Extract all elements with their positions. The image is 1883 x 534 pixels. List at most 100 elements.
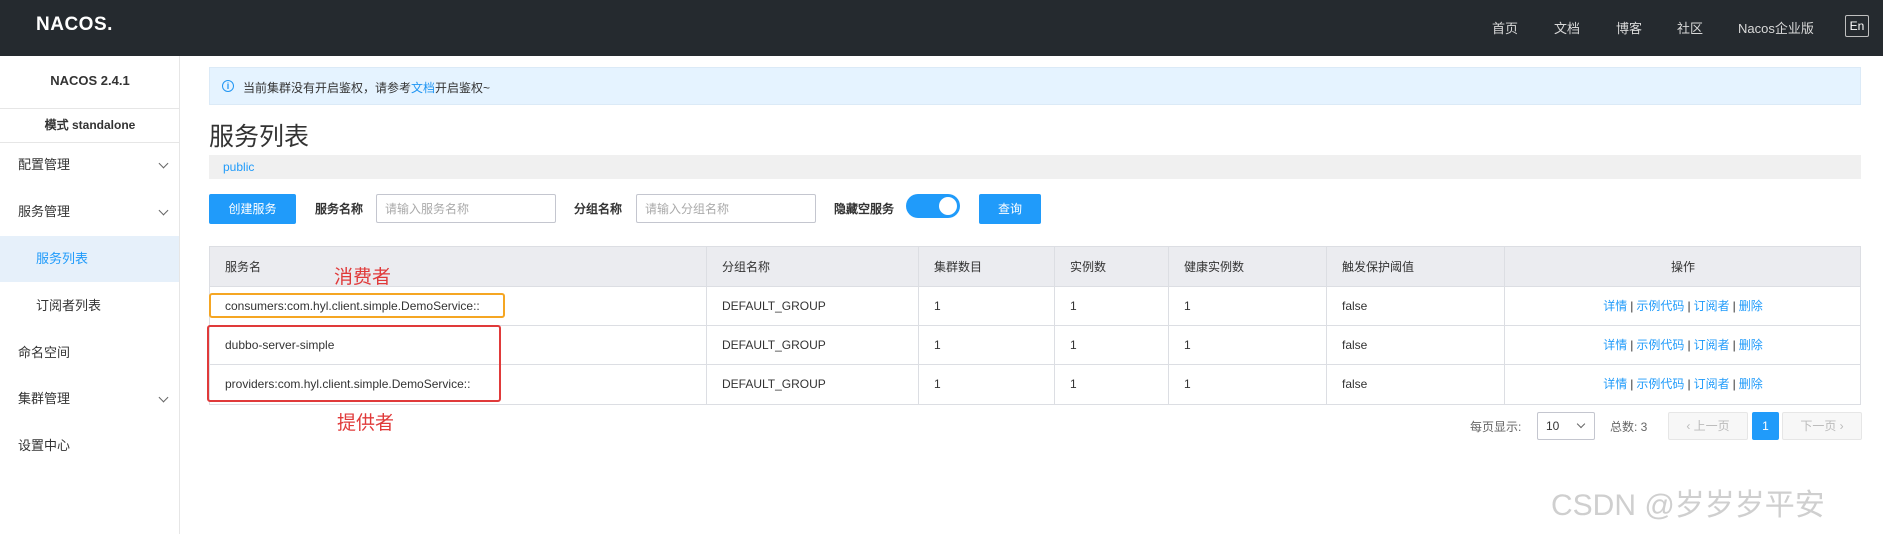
separator: |: [1732, 338, 1736, 352]
delete-link[interactable]: 删除: [1739, 377, 1763, 391]
cell-threshold: false: [1326, 326, 1504, 364]
sample-code-link[interactable]: 示例代码: [1636, 377, 1684, 391]
sidebar-divider: [0, 108, 180, 109]
group-name-input[interactable]: [636, 194, 816, 223]
header-group-name: 分组名称: [706, 247, 918, 286]
info-icon: i: [222, 80, 234, 92]
chevron-down-icon: [158, 158, 169, 169]
subscriber-link[interactable]: 订阅者: [1694, 338, 1730, 352]
provider-annotation: 提供者: [337, 413, 395, 434]
hide-empty-toggle[interactable]: [906, 194, 960, 218]
detail-link[interactable]: 详情: [1603, 338, 1627, 352]
chevron-left-icon: ‹: [1686, 419, 1694, 433]
auth-notice: i 当前集群没有开启鉴权，请参考文档开启鉴权~: [209, 67, 1861, 105]
notice-suffix: 开启鉴权~: [435, 81, 491, 95]
top-navbar: NACOS. 首页 文档 博客 社区 Nacos企业版 En: [0, 0, 1883, 56]
cell-threshold: false: [1326, 365, 1504, 404]
delete-link[interactable]: 删除: [1739, 299, 1763, 313]
sidebar-item-namespace[interactable]: 命名空间: [0, 330, 179, 376]
cell-threshold: false: [1326, 287, 1504, 325]
sidebar-item-label: 服务管理: [18, 204, 71, 219]
chevron-right-icon: ›: [1836, 419, 1844, 433]
sidebar-item-label: 设置中心: [18, 438, 71, 453]
notice-text: 当前集群没有开启鉴权，请参考文档开启鉴权~: [243, 79, 490, 96]
nav-enterprise[interactable]: Nacos企业版: [1738, 18, 1814, 37]
nav-community[interactable]: 社区: [1677, 18, 1703, 37]
next-page-button[interactable]: 下一页 ›: [1782, 412, 1862, 440]
delete-link[interactable]: 删除: [1739, 338, 1763, 352]
cell-instances: 1: [1054, 287, 1168, 325]
sidebar-item-label: 服务列表: [36, 251, 89, 266]
sample-code-link[interactable]: 示例代码: [1636, 338, 1684, 352]
header-service-name: 服务名: [225, 260, 262, 274]
sample-code-link[interactable]: 示例代码: [1636, 299, 1684, 313]
header-healthy-count: 健康实例数: [1168, 247, 1326, 286]
subscriber-link[interactable]: 订阅者: [1694, 377, 1730, 391]
separator: |: [1630, 377, 1634, 391]
page-size-label: 每页显示:: [1470, 420, 1522, 434]
header-threshold: 触发保护阈值: [1326, 247, 1504, 286]
cell-operations: 详情 | 示例代码 | 订阅者 | 删除: [1504, 365, 1861, 404]
namespace-public[interactable]: public: [223, 160, 254, 174]
header-cluster-count: 集群数目: [918, 247, 1054, 286]
prev-page-button[interactable]: ‹ 上一页: [1668, 412, 1748, 440]
service-name-input[interactable]: [376, 194, 556, 223]
cell-clusters: 1: [918, 326, 1054, 364]
sidebar-item-label: 集群管理: [18, 391, 71, 406]
cell-healthy: 1: [1168, 326, 1326, 364]
next-page-label: 下一页: [1800, 419, 1837, 433]
sidebar-item-service-list[interactable]: 服务列表: [0, 236, 179, 282]
cell-operations: 详情 | 示例代码 | 订阅者 | 删除: [1504, 326, 1861, 364]
cell-operations: 详情 | 示例代码 | 订阅者 | 删除: [1504, 287, 1861, 325]
cell-group: DEFAULT_GROUP: [706, 365, 918, 404]
separator: |: [1630, 338, 1634, 352]
nacos-logo[interactable]: NACOS.: [36, 14, 113, 36]
provider-highlight-box: [207, 325, 501, 402]
detail-link[interactable]: 详情: [1603, 377, 1627, 391]
page-title: 服务列表: [209, 123, 310, 151]
chevron-down-icon: [158, 392, 169, 403]
toggle-knob: [939, 197, 957, 215]
cell-clusters: 1: [918, 287, 1054, 325]
chevron-down-icon: [158, 205, 169, 216]
hide-empty-label: 隐藏空服务: [834, 202, 895, 216]
create-service-button[interactable]: 创建服务: [209, 194, 296, 224]
version-label: NACOS 2.4.1: [50, 73, 130, 88]
page-size-select[interactable]: 10: [1537, 412, 1595, 440]
separator: |: [1687, 338, 1691, 352]
notice-prefix: 当前集群没有开启鉴权，请参考: [243, 81, 412, 95]
separator: |: [1732, 377, 1736, 391]
total-label: 总数: 3: [1610, 420, 1648, 434]
sidebar-item-label: 订阅者列表: [36, 298, 102, 313]
subscriber-link[interactable]: 订阅者: [1694, 299, 1730, 313]
sidebar-item-settings-center[interactable]: 设置中心: [0, 423, 179, 469]
mode-label: 模式 standalone: [44, 118, 136, 132]
csdn-watermark: CSDN @岁岁岁平安: [1551, 489, 1825, 522]
cell-healthy: 1: [1168, 365, 1326, 404]
nav-docs[interactable]: 文档: [1554, 18, 1580, 37]
page-size-value: 10: [1546, 419, 1560, 433]
sidebar-item-subscriber-list[interactable]: 订阅者列表: [0, 283, 179, 329]
service-name-label: 服务名称: [315, 202, 364, 216]
language-toggle-button[interactable]: En: [1845, 15, 1869, 37]
cell-group: DEFAULT_GROUP: [706, 287, 918, 325]
sidebar-item-config-management[interactable]: 配置管理: [0, 142, 179, 188]
cell-healthy: 1: [1168, 287, 1326, 325]
separator: |: [1732, 299, 1736, 313]
notice-docs-link[interactable]: 文档: [411, 81, 435, 95]
nav-home[interactable]: 首页: [1492, 18, 1518, 37]
detail-link[interactable]: 详情: [1603, 299, 1627, 313]
separator: |: [1687, 377, 1691, 391]
nav-blog[interactable]: 博客: [1616, 18, 1642, 37]
sidebar-item-service-management[interactable]: 服务管理: [0, 189, 179, 235]
chevron-down-icon: [1576, 419, 1586, 429]
prev-page-label: 上一页: [1693, 419, 1730, 433]
sidebar-item-cluster-management[interactable]: 集群管理: [0, 376, 179, 422]
page-1-button[interactable]: 1: [1752, 412, 1779, 440]
separator: |: [1687, 299, 1691, 313]
group-name-label: 分组名称: [574, 202, 623, 216]
query-button[interactable]: 查询: [979, 194, 1041, 224]
header-instance-count: 实例数: [1054, 247, 1168, 286]
cell-instances: 1: [1054, 326, 1168, 364]
cell-clusters: 1: [918, 365, 1054, 404]
